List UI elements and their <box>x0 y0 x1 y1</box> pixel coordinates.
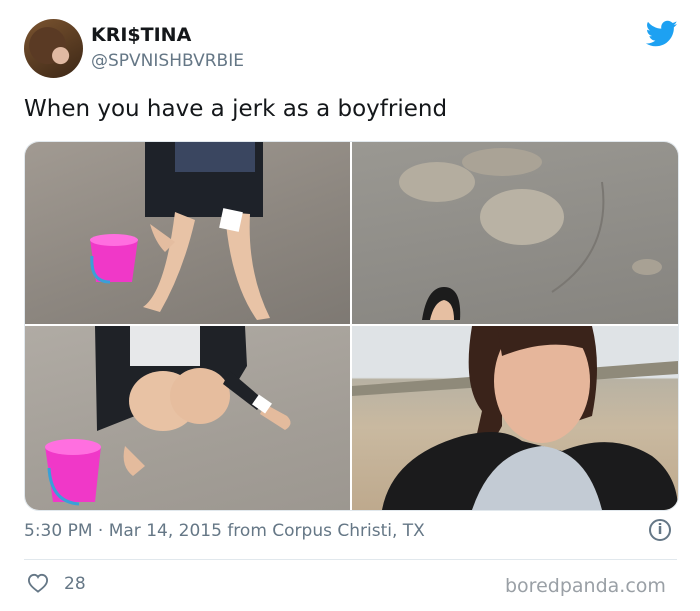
twitter-bird-icon[interactable] <box>646 20 678 48</box>
photo-3-art <box>45 326 291 506</box>
pink-bucket <box>90 234 138 284</box>
tweet-text: When you have a jerk as a boyfriend <box>24 96 448 122</box>
photo-4-art <box>352 326 678 510</box>
tweet-photo-1[interactable] <box>25 142 350 324</box>
heart-icon[interactable] <box>27 573 49 593</box>
tweet-photo-4[interactable] <box>352 326 678 510</box>
tweet-meta: 5:30 PM · Mar 14, 2015 from Corpus Chris… <box>24 521 425 541</box>
author-handle[interactable]: @SPVNISHBVRBIE <box>91 51 244 71</box>
tweet-photo-grid <box>24 141 679 511</box>
tweet-time[interactable]: 5:30 PM <box>24 521 93 541</box>
photo-1-art <box>90 142 270 320</box>
pink-bucket <box>45 439 101 506</box>
author-name[interactable]: KRI$TINA <box>91 24 191 46</box>
info-icon[interactable]: i <box>649 519 671 541</box>
photo-2-art <box>399 148 662 320</box>
divider <box>24 559 677 560</box>
tweet-date[interactable]: Mar 14, 2015 <box>109 521 222 541</box>
tweet-photo-2[interactable] <box>352 142 678 324</box>
watermark: boredpanda.com <box>505 575 666 597</box>
author-avatar[interactable] <box>24 19 83 78</box>
like-count[interactable]: 28 <box>64 574 86 594</box>
tweet-photo-3[interactable] <box>25 326 350 510</box>
meta-separator: · <box>97 521 104 541</box>
tweet-location: from Corpus Christi, TX <box>227 521 425 541</box>
